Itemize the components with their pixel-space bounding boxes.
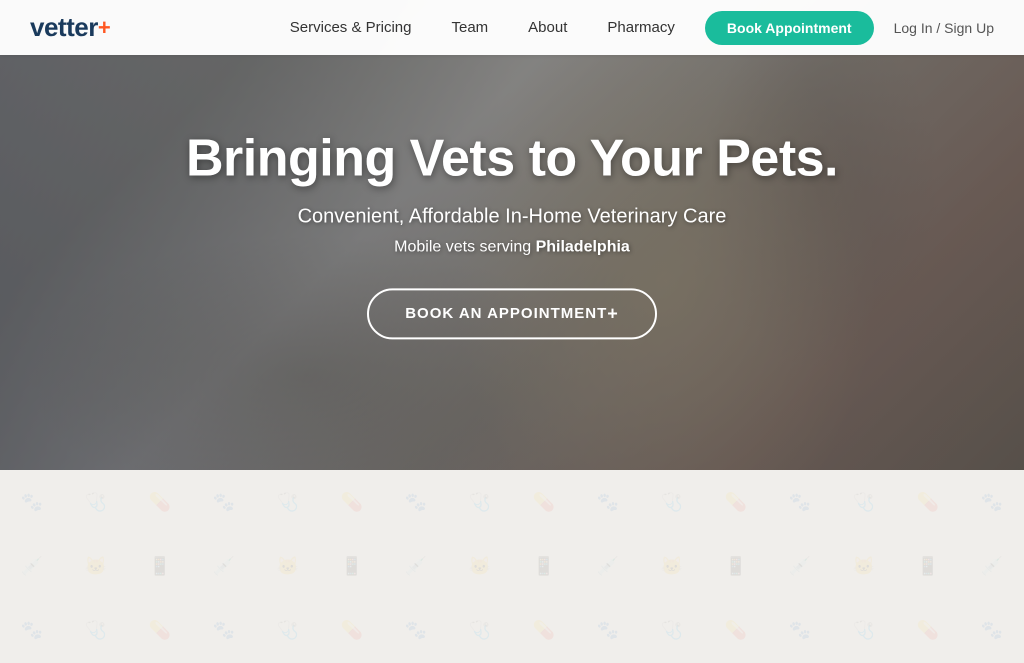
pattern-icon: 🩺 <box>85 620 107 641</box>
pattern-icon: 🩺 <box>277 492 299 513</box>
hero-cta-button[interactable]: BOOK AN APPOINTMENT+ <box>367 289 657 340</box>
pattern-icon: 🐱 <box>853 556 875 577</box>
pattern-row-3: 🐾 🩺 💊 🐾 🩺 💊 🐾 🩺 💊 🐾 🩺 💊 🐾 🩺 💊 🐾 <box>0 599 1024 663</box>
pattern-icon: 💉 <box>981 556 1003 577</box>
pattern-icon: 🐾 <box>213 620 235 641</box>
hero-title: Bringing Vets to Your Pets. <box>162 130 862 187</box>
pattern-icon: 💊 <box>917 492 939 513</box>
pattern-icon: 🐾 <box>981 492 1003 513</box>
pattern-icon: 🩺 <box>661 492 683 513</box>
pattern-icon: 🐾 <box>21 620 43 641</box>
nav-link-services[interactable]: Services & Pricing <box>290 19 412 36</box>
pattern-icon: 🩺 <box>85 492 107 513</box>
hero-cta-label: BOOK AN APPOINTMENT <box>405 305 607 322</box>
pattern-icon: 🐾 <box>597 620 619 641</box>
pattern-icon: 🩺 <box>469 492 491 513</box>
book-appointment-button[interactable]: Book Appointment <box>705 11 874 45</box>
pattern-icon: 💊 <box>341 620 363 641</box>
pattern-icon: 💊 <box>725 492 747 513</box>
pattern-icon: 🐱 <box>277 556 299 577</box>
logo-text: vetter <box>30 12 98 43</box>
pattern-icon: 🐾 <box>597 492 619 513</box>
nav-link-team[interactable]: Team <box>451 19 488 36</box>
nav-links: Services & Pricing Team About Pharmacy <box>290 19 675 36</box>
pattern-icon: 💉 <box>789 556 811 577</box>
pattern-icon: 🐾 <box>981 620 1003 641</box>
hero-section: Bringing Vets to Your Pets. Convenient, … <box>0 0 1024 470</box>
pattern-icon: 📱 <box>533 556 555 577</box>
hero-cta-plus: + <box>607 304 619 324</box>
pattern-icon: 🐾 <box>789 620 811 641</box>
pattern-icon: 🐾 <box>21 492 43 513</box>
hero-location: Mobile vets serving Philadelphia <box>162 239 862 257</box>
pattern-icon: 💉 <box>21 556 43 577</box>
pattern-icon: 💉 <box>213 556 235 577</box>
pattern-icon: 🩺 <box>853 492 875 513</box>
hero-content: Bringing Vets to Your Pets. Convenient, … <box>162 130 862 339</box>
pattern-icon: 💊 <box>533 620 555 641</box>
pattern-icon: 💊 <box>149 620 171 641</box>
pattern-icon: 📱 <box>917 556 939 577</box>
pattern-icon: 💊 <box>533 492 555 513</box>
nav-link-pharmacy[interactable]: Pharmacy <box>607 19 675 36</box>
pattern-icon: 🐾 <box>405 492 427 513</box>
hero-location-city: Philadelphia <box>536 239 630 256</box>
navbar: vetter+ Services & Pricing Team About Ph… <box>0 0 1024 55</box>
pattern-row-2: 💉 🐱 📱 💉 🐱 📱 💉 🐱 📱 💉 🐱 📱 💉 🐱 📱 💉 <box>0 534 1024 598</box>
hero-subtitle: Convenient, Affordable In-Home Veterinar… <box>162 206 862 229</box>
pattern-icon: 🐾 <box>789 492 811 513</box>
pattern-icon: 🩺 <box>853 620 875 641</box>
pattern-row-1: 🐾 🩺 💊 🐾 🩺 💊 🐾 🩺 💊 🐾 🩺 💊 🐾 🩺 💊 🐾 <box>0 470 1024 534</box>
pattern-icon: 📱 <box>149 556 171 577</box>
pattern-icon: 💉 <box>597 556 619 577</box>
logo[interactable]: vetter+ <box>30 12 111 43</box>
logo-plus: + <box>98 15 111 41</box>
pattern-icon: 🐱 <box>661 556 683 577</box>
hero-location-prefix: Mobile vets serving <box>394 239 535 256</box>
pattern-icon: 🐾 <box>405 620 427 641</box>
nav-link-about[interactable]: About <box>528 19 567 36</box>
pattern-icon: 🩺 <box>661 620 683 641</box>
pattern-background: 🐾 🩺 💊 🐾 🩺 💊 🐾 🩺 💊 🐾 🩺 💊 🐾 🩺 💊 🐾 💉 🐱 📱 💉 … <box>0 470 1024 663</box>
pattern-icon: 🩺 <box>469 620 491 641</box>
pattern-icon: 💊 <box>341 492 363 513</box>
pattern-icon: 🐱 <box>85 556 107 577</box>
pattern-icon: 💊 <box>917 620 939 641</box>
pattern-icon: 🩺 <box>277 620 299 641</box>
pattern-icon: 📱 <box>725 556 747 577</box>
pattern-icon: 🐾 <box>213 492 235 513</box>
login-link[interactable]: Log In / Sign Up <box>894 20 994 36</box>
pattern-icon: 💉 <box>405 556 427 577</box>
pattern-icon: 💊 <box>149 492 171 513</box>
pattern-icon: 💊 <box>725 620 747 641</box>
pattern-icon: 📱 <box>341 556 363 577</box>
pattern-icon: 🐱 <box>469 556 491 577</box>
pattern-section: 🐾 🩺 💊 🐾 🩺 💊 🐾 🩺 💊 🐾 🩺 💊 🐾 🩺 💊 🐾 💉 🐱 📱 💉 … <box>0 470 1024 663</box>
